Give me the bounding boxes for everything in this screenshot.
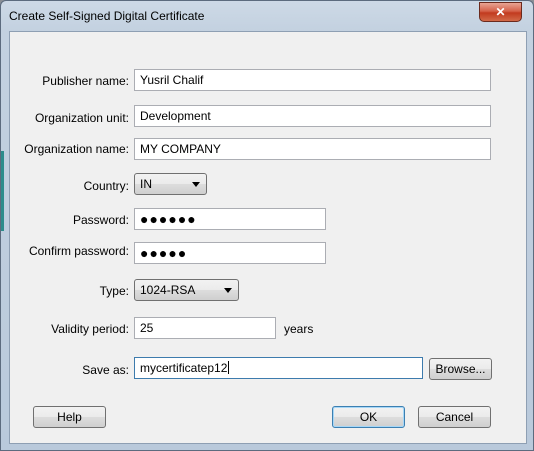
confirm-password-label: Confirm password:	[28, 244, 129, 258]
dialog-window: Create Self-Signed Digital Certificate ✕…	[0, 0, 534, 451]
validity-period-input[interactable]: 25	[134, 317, 276, 339]
organization-unit-input[interactable]: Development	[134, 105, 491, 127]
country-select[interactable]: IN	[134, 173, 207, 195]
organization-name-input[interactable]: MY COMPANY	[134, 138, 491, 160]
organization-unit-label: Organization unit:	[34, 111, 129, 125]
confirm-password-input[interactable]: ●●●●●	[134, 242, 326, 264]
browse-button[interactable]: Browse...	[429, 358, 492, 380]
country-label: Country:	[83, 179, 129, 193]
close-button[interactable]: ✕	[479, 2, 522, 22]
title-bar[interactable]: Create Self-Signed Digital Certificate ✕	[1, 1, 534, 31]
save-as-input[interactable]: mycertificatep12	[134, 357, 423, 379]
help-button[interactable]: Help	[33, 406, 106, 428]
validity-unit-label: years	[284, 322, 314, 336]
publisher-name-label: Publisher name:	[42, 74, 129, 88]
country-value: IN	[140, 177, 152, 191]
ok-button[interactable]: OK	[332, 406, 405, 428]
password-input[interactable]: ●●●●●●	[134, 208, 326, 230]
type-select[interactable]: 1024-RSA	[134, 279, 239, 301]
chevron-down-icon	[192, 182, 200, 187]
chevron-down-icon	[224, 288, 232, 293]
type-value: 1024-RSA	[140, 283, 196, 297]
organization-name-label: Organization name:	[24, 142, 129, 156]
text-caret	[228, 361, 230, 374]
dialog-body	[9, 31, 527, 444]
close-icon: ✕	[495, 5, 506, 19]
cancel-button[interactable]: Cancel	[418, 406, 491, 428]
password-mask: ●●●●●●	[140, 211, 197, 227]
save-as-value: mycertificatep12	[140, 361, 228, 375]
confirm-password-mask: ●●●●●	[140, 245, 188, 261]
window-title: Create Self-Signed Digital Certificate	[9, 9, 205, 23]
save-as-label: Save as:	[82, 363, 129, 377]
publisher-name-input[interactable]: Yusril Chalif	[134, 69, 491, 91]
type-label: Type:	[99, 284, 129, 298]
validity-period-label: Validity period:	[51, 322, 129, 336]
password-label: Password:	[72, 213, 129, 227]
